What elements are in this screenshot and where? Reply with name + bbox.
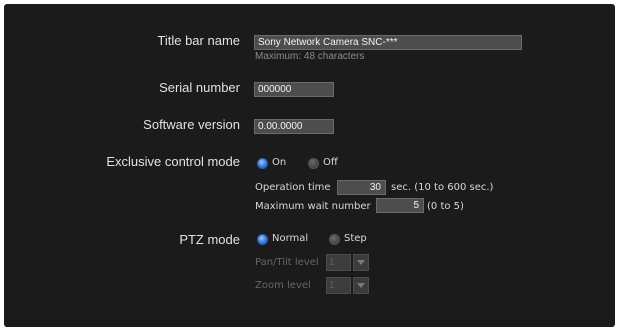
operation-time-input[interactable]: 30: [337, 180, 386, 195]
ptz-normal-label: Normal: [272, 233, 309, 244]
exclusive-control-mode-label: Exclusive control mode: [106, 154, 240, 169]
pan-tilt-chevron-down-icon[interactable]: [353, 254, 369, 271]
zoom-level-select[interactable]: 1: [326, 277, 351, 294]
pan-tilt-level-select[interactable]: 1: [326, 254, 351, 271]
zoom-level-label: Zoom level: [255, 280, 311, 291]
operation-time-unit: sec. (10 to 600 sec.): [391, 182, 494, 193]
pan-tilt-level-label: Pan/Tilt level: [255, 257, 319, 268]
ptz-normal-radio[interactable]: [257, 234, 268, 245]
software-version-label: Software version: [143, 117, 240, 132]
max-wait-number-label: Maximum wait number: [255, 201, 371, 212]
serial-number-label: Serial number: [159, 80, 240, 95]
max-wait-number-input[interactable]: 5: [376, 198, 424, 213]
max-wait-number-range: (0 to 5): [427, 201, 464, 212]
exclusive-off-radio[interactable]: [308, 158, 319, 169]
serial-number-field: 000000: [254, 82, 334, 97]
ptz-step-radio[interactable]: [329, 234, 340, 245]
settings-panel: Title bar name Sony Network Camera SNC-*…: [4, 4, 615, 327]
software-version-field: 0.00.0000: [254, 119, 334, 134]
exclusive-on-radio[interactable]: [257, 158, 268, 169]
ptz-mode-label: PTZ mode: [179, 232, 240, 247]
title-bar-name-hint: Maximum: 48 characters: [255, 51, 365, 62]
exclusive-on-label: On: [272, 157, 287, 168]
exclusive-off-label: Off: [323, 157, 338, 168]
title-bar-name-label: Title bar name: [157, 33, 240, 48]
operation-time-label: Operation time: [255, 182, 331, 193]
zoom-chevron-down-icon[interactable]: [353, 277, 369, 294]
ptz-step-label: Step: [344, 233, 367, 244]
title-bar-name-input[interactable]: Sony Network Camera SNC-***: [254, 35, 522, 50]
